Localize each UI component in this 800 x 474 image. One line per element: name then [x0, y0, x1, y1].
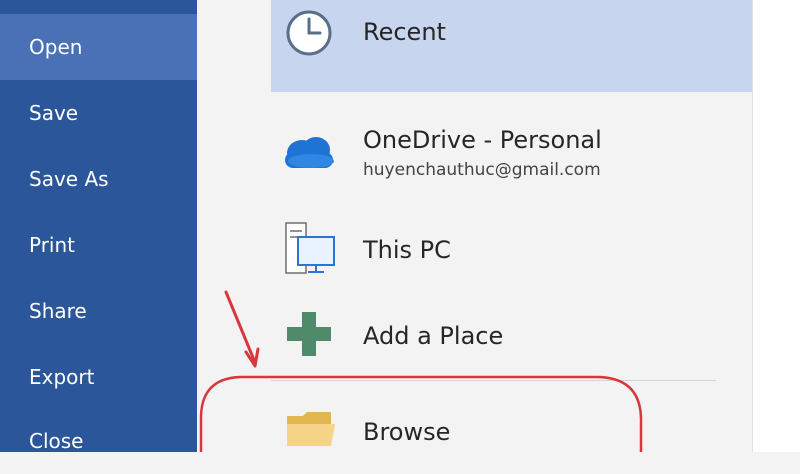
nav-print[interactable]: Print: [0, 212, 197, 278]
folder-icon: [285, 410, 337, 452]
place-recent[interactable]: Recent: [271, 0, 752, 92]
place-onedrive[interactable]: OneDrive - Personal huyenchauthuc@gmail.…: [271, 112, 752, 200]
place-this-pc[interactable]: This PC: [271, 212, 752, 290]
nav-open[interactable]: Open: [0, 14, 197, 80]
nav-save-as[interactable]: Save As: [0, 146, 197, 212]
nav-save[interactable]: Save: [0, 80, 197, 146]
place-add-place[interactable]: Add a Place: [271, 298, 752, 374]
place-this-pc-label: This PC: [363, 236, 451, 264]
nav-export[interactable]: Export: [0, 344, 197, 410]
backstage-sidebar: Open Save Save As Print Share Export Clo…: [0, 0, 197, 453]
plus-icon: [285, 310, 333, 362]
places-divider: [271, 380, 716, 381]
cloud-icon: [281, 134, 337, 174]
open-places-panel: Recent OneDrive - Personal huyenchauthuc…: [197, 0, 752, 452]
computer-icon: [284, 221, 338, 281]
nav-share[interactable]: Share: [0, 278, 197, 344]
nav-close[interactable]: Close: [0, 408, 197, 474]
place-onedrive-label: OneDrive - Personal: [363, 126, 602, 154]
place-browse[interactable]: Browse: [271, 392, 752, 452]
place-onedrive-account: huyenchauthuc@gmail.com: [363, 160, 601, 180]
place-recent-label: Recent: [363, 18, 446, 46]
place-browse-label: Browse: [363, 418, 451, 446]
place-add-place-label: Add a Place: [363, 322, 504, 350]
recent-files-pane-edge: [752, 0, 800, 452]
clock-icon: [283, 7, 335, 63]
